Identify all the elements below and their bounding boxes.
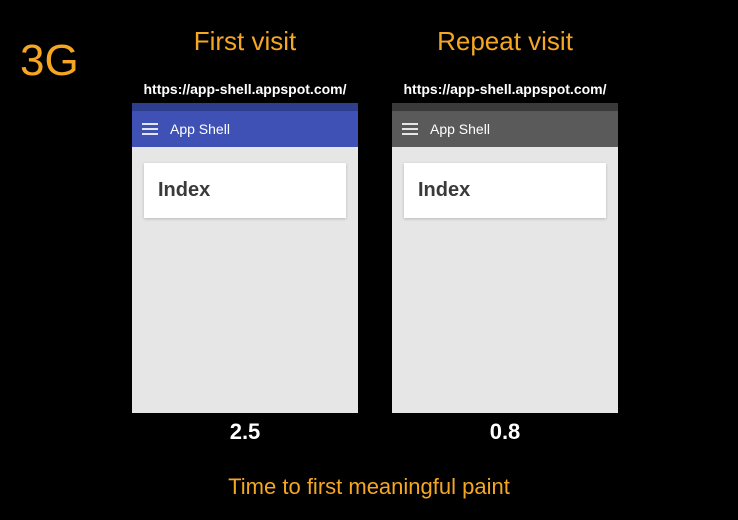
hamburger-icon	[142, 123, 158, 135]
repeat-visit-url: https://app-shell.appspot.com/	[403, 81, 606, 97]
content-card: Index	[404, 163, 606, 218]
network-label: 3G	[20, 36, 79, 86]
app-bar-title: App Shell	[430, 121, 490, 137]
app-content: Index	[392, 147, 618, 413]
card-title: Index	[158, 179, 332, 202]
app-bar: App Shell	[392, 111, 618, 147]
repeat-visit-column: Repeat visit https://app-shell.appspot.c…	[390, 26, 620, 445]
first-visit-heading: First visit	[194, 26, 297, 57]
repeat-visit-phone-screenshot: App Shell Index	[392, 103, 618, 413]
repeat-visit-heading: Repeat visit	[437, 26, 573, 57]
first-visit-url: https://app-shell.appspot.com/	[143, 81, 346, 97]
first-visit-phone-screenshot: App Shell Index	[132, 103, 358, 413]
app-bar-title: App Shell	[170, 121, 230, 137]
repeat-visit-timing: 0.8	[490, 419, 521, 445]
hamburger-icon	[402, 123, 418, 135]
first-visit-timing: 2.5	[230, 419, 261, 445]
app-bar: App Shell	[132, 111, 358, 147]
first-visit-column: First visit https://app-shell.appspot.co…	[130, 26, 360, 445]
status-bar	[132, 103, 358, 111]
status-bar	[392, 103, 618, 111]
app-content: Index	[132, 147, 358, 413]
footer-caption: Time to first meaningful paint	[0, 474, 738, 500]
card-title: Index	[418, 179, 592, 202]
content-card: Index	[144, 163, 346, 218]
